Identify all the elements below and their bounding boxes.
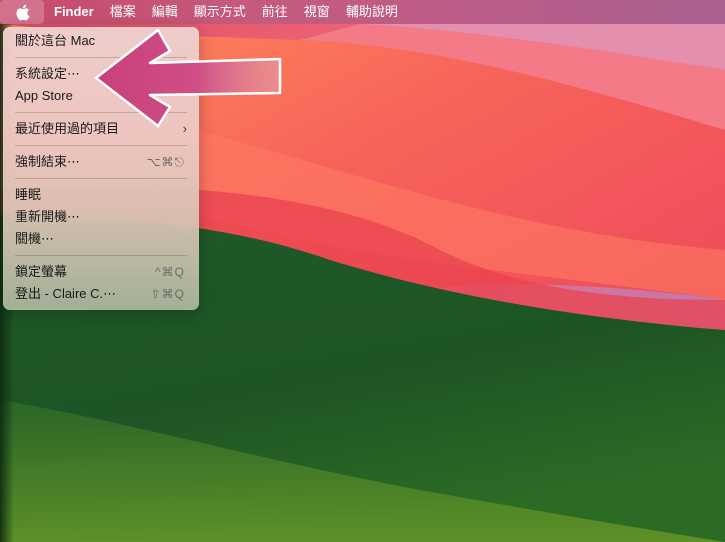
menu-item-label: 系統設定⋯	[15, 66, 81, 81]
menu-separator	[15, 178, 187, 179]
menu-bar: Finder 檔案 編輯 顯示方式 前往 視窗 輔助說明	[0, 0, 725, 24]
menu-item-label: 強制結束⋯	[15, 154, 81, 169]
menu-item-label: 登出 - Claire C.⋯	[15, 286, 117, 301]
desktop: Finder 檔案 編輯 顯示方式 前往 視窗 輔助說明 關於這台 Mac 系統…	[0, 0, 725, 542]
menu-view[interactable]: 顯示方式	[186, 0, 254, 24]
keyboard-shortcut: ⇧⌘Q	[150, 287, 185, 301]
menu-item-label: 重新開機⋯	[15, 209, 81, 224]
menu-item-label: 關於這台 Mac	[15, 33, 96, 48]
menu-item-label: App Store	[15, 88, 73, 103]
menu-item-restart[interactable]: 重新開機⋯	[3, 206, 199, 228]
menu-finder[interactable]: Finder	[46, 0, 102, 24]
apple-logo-icon	[16, 4, 29, 20]
menu-help[interactable]: 輔助說明	[338, 0, 406, 24]
keyboard-shortcut: ^⌘Q	[155, 265, 185, 279]
menu-go[interactable]: 前往	[254, 0, 296, 24]
menu-edit[interactable]: 編輯	[144, 0, 186, 24]
menu-item-log-out[interactable]: 登出 - Claire C.⋯ ⇧⌘Q	[3, 283, 199, 305]
menu-item-label: 鎖定螢幕	[15, 264, 68, 279]
menu-item-shut-down[interactable]: 關機⋯	[3, 228, 199, 250]
pointing-arrow-icon	[94, 28, 282, 128]
menu-window[interactable]: 視窗	[296, 0, 338, 24]
menu-separator	[15, 255, 187, 256]
menu-separator	[15, 145, 187, 146]
menu-item-label: 睡眠	[15, 187, 42, 202]
menu-file[interactable]: 檔案	[102, 0, 144, 24]
menu-item-force-quit[interactable]: 強制結束⋯ ⌥⌘⎋	[3, 151, 199, 173]
menu-item-sleep[interactable]: 睡眠	[3, 184, 199, 206]
menu-item-lock-screen[interactable]: 鎖定螢幕 ^⌘Q	[3, 261, 199, 283]
menu-item-label: 關機⋯	[15, 231, 55, 246]
apple-menu-button[interactable]	[0, 0, 44, 24]
keyboard-shortcut: ⌥⌘⎋	[146, 155, 185, 169]
